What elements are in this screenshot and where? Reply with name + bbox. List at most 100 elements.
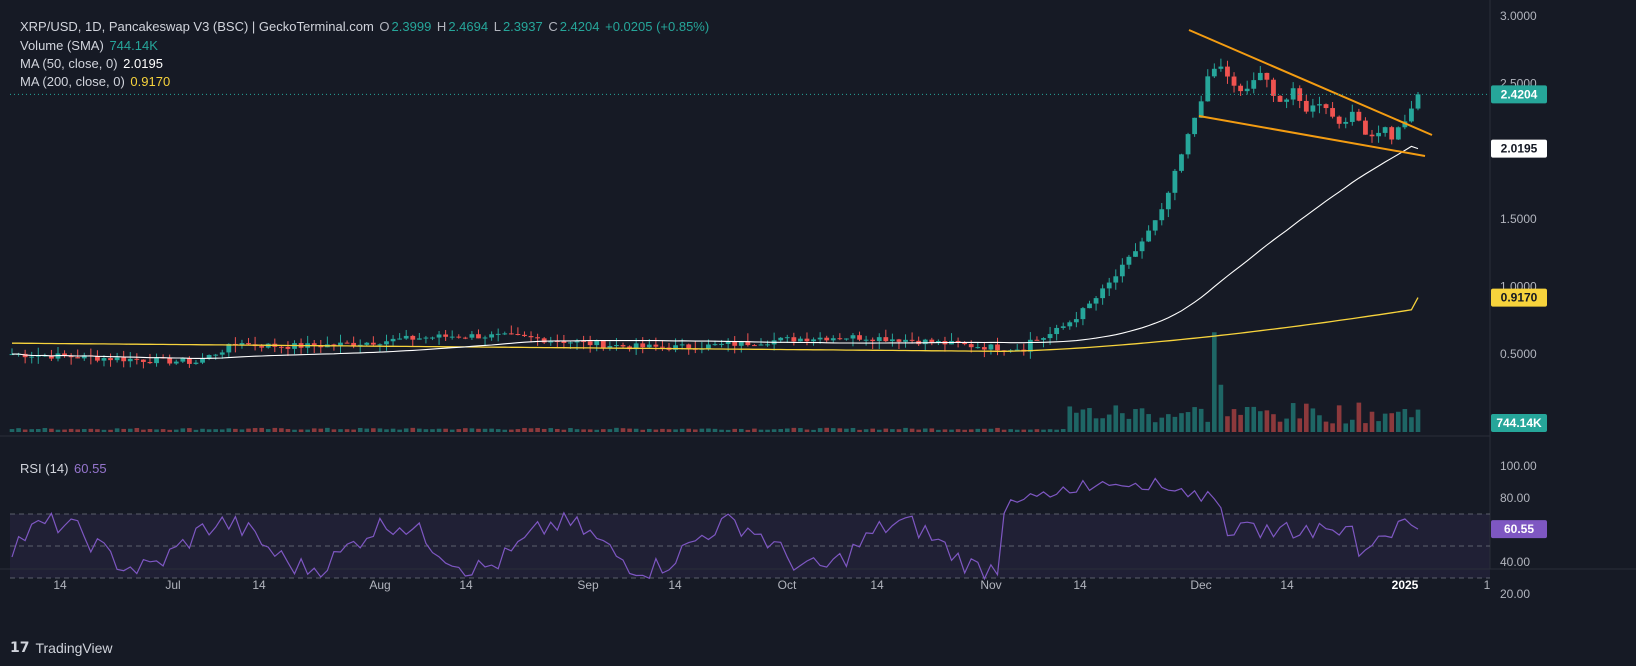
volume-bar [180, 428, 186, 432]
volume-bar [883, 428, 889, 432]
volume-badge: 744.14K [1496, 416, 1542, 430]
volume-bar [219, 429, 225, 432]
close-label: C [548, 19, 558, 34]
volume-bar [1205, 421, 1211, 432]
candle-body [1106, 282, 1112, 289]
candle-body [620, 345, 626, 347]
volume-bar [909, 428, 915, 432]
volume-bar [522, 427, 527, 432]
volume-bar [1093, 418, 1099, 432]
time-tick-label: Sep [577, 578, 599, 592]
volume-bar [1376, 421, 1381, 432]
rsi-tick-label: 100.00 [1500, 459, 1537, 473]
volume-bar [988, 428, 994, 432]
volume-bar [1290, 403, 1296, 432]
volume-bar [167, 429, 172, 432]
volume-bar [555, 428, 560, 432]
volume-bar [305, 429, 310, 432]
time-tick-label: Nov [980, 578, 1001, 592]
volume-bar [837, 428, 843, 432]
candle-body [1165, 192, 1171, 210]
candle-body [1139, 241, 1145, 252]
volume-bar [706, 428, 711, 432]
candle-body [436, 334, 442, 338]
volume-value: 744.14K [109, 38, 158, 53]
volume-bar [1343, 423, 1349, 432]
rsi-tick-label: 20.00 [1500, 587, 1530, 601]
candle-body [508, 333, 514, 335]
volume-bar [509, 429, 514, 432]
volume-bar [1330, 423, 1335, 432]
tradingview-footer[interactable]: 17 TradingView [10, 638, 113, 658]
candle-body [522, 334, 527, 337]
candle-body [410, 335, 416, 340]
volume-bar [298, 429, 304, 432]
volume-bar [81, 429, 87, 432]
volume-legend[interactable]: Volume (SMA) 744.14K [20, 37, 160, 55]
candle-body [1067, 322, 1073, 327]
candle-body [778, 337, 784, 341]
candle-body [981, 347, 987, 350]
volume-bar [903, 427, 908, 432]
candle-body [1317, 104, 1322, 106]
candle-body [101, 358, 107, 361]
rsi-label: RSI (14) [20, 461, 69, 476]
volume-bar [193, 429, 199, 432]
candle-body [646, 344, 652, 348]
ma200-legend[interactable]: MA (200, close, 0) 0.9170 [20, 73, 172, 91]
candle-body [1152, 220, 1158, 231]
candle-body [600, 341, 606, 348]
volume-bar [1402, 409, 1408, 432]
volume-bar [226, 428, 232, 432]
volume-bar [594, 429, 600, 432]
volume-bar [55, 429, 61, 432]
candle-body [1389, 127, 1395, 140]
candle-body [1205, 76, 1211, 102]
ma200-value: 0.9170 [130, 74, 171, 89]
candle-body [416, 338, 422, 340]
volume-bar [173, 429, 179, 432]
candle-body [1047, 334, 1053, 339]
candle-body [456, 336, 462, 338]
volume-bar [371, 428, 376, 432]
candle-body [732, 342, 738, 346]
volume-bar [410, 427, 416, 432]
candle-body [837, 338, 843, 340]
volume-bar [252, 428, 258, 432]
ma50-legend[interactable]: MA (50, close, 0) 2.0195 [20, 55, 165, 73]
candle-body [338, 342, 343, 346]
candle-body [1159, 209, 1165, 221]
volume-bar [1356, 402, 1362, 432]
candle-body [1054, 327, 1060, 335]
ma50-badge: 2.0195 [1501, 142, 1538, 156]
rsi-legend[interactable]: RSI (14) 60.55 [20, 460, 109, 478]
volume-bar [646, 428, 652, 432]
volume-bar [1080, 409, 1086, 432]
candle-body [541, 338, 547, 343]
candle-body [239, 343, 245, 345]
volume-bar [1054, 429, 1059, 432]
candle-body [29, 356, 35, 358]
volume-bar [265, 429, 271, 432]
candle-body [686, 344, 692, 349]
volume-bar [732, 428, 738, 432]
volume-bar [824, 427, 829, 432]
time-tick-label: 14 [1073, 578, 1087, 592]
candle-body [219, 352, 225, 355]
candle-body [1284, 99, 1289, 102]
price-tick-label: 0.5000 [1500, 347, 1537, 361]
volume-bar [725, 429, 731, 432]
candle-body [1409, 108, 1414, 122]
volume-bar [1244, 406, 1250, 432]
volume-bar [187, 428, 192, 432]
candle-body [1277, 95, 1283, 102]
volume-bar [62, 429, 67, 432]
price-chart-svg[interactable]: 3.00002.50001.50001.00000.5000100.0080.0… [0, 0, 1636, 666]
volume-bar [403, 428, 409, 432]
candle-body [180, 358, 186, 362]
candle-body [213, 354, 219, 356]
candle-body [679, 344, 685, 346]
volume-bar [1336, 405, 1342, 432]
candle-body [903, 339, 908, 342]
candle-body [1382, 127, 1388, 133]
